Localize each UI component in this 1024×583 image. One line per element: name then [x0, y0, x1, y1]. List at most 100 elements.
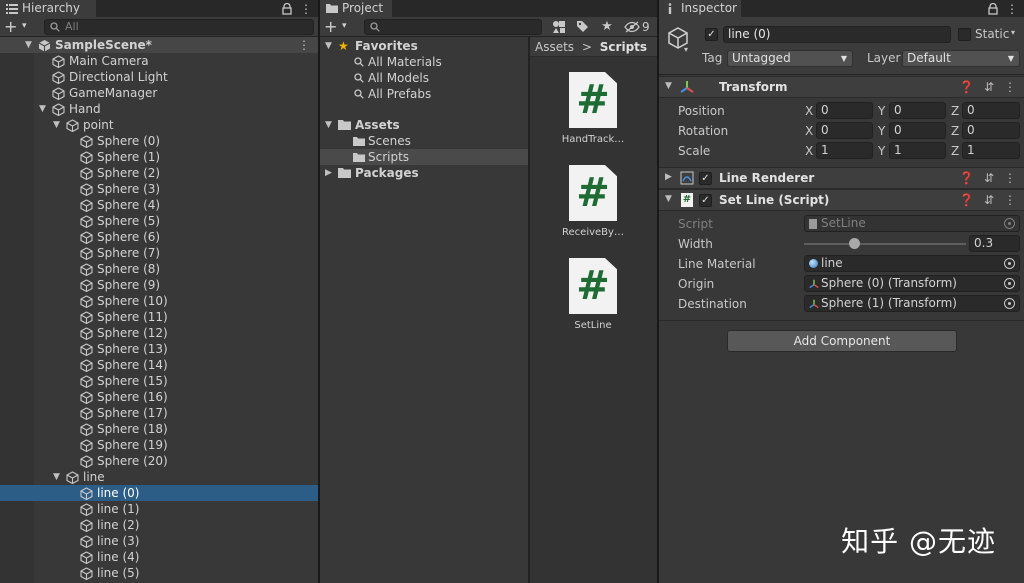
panel-menu-icon[interactable]: ⋮ [300, 2, 312, 16]
favorite-item[interactable]: All Models [320, 70, 528, 86]
presets-icon[interactable]: ⇵ [984, 193, 994, 207]
hierarchy-item[interactable]: Sphere (6) [0, 229, 318, 245]
hierarchy-tab[interactable]: Hierarchy [0, 0, 96, 17]
expand-arrow-icon[interactable]: ▼ [325, 38, 332, 54]
search-by-type-button[interactable] [548, 18, 570, 36]
axis-z-label[interactable]: Z [951, 144, 959, 158]
transform-z-input[interactable]: 1 [962, 142, 1020, 159]
hierarchy-item[interactable]: Sphere (8) [0, 261, 318, 277]
favorites-toggle-button[interactable]: ★ [596, 18, 618, 36]
presets-icon[interactable]: ⇵ [984, 80, 994, 94]
line-material-field[interactable]: line [804, 255, 1020, 272]
hierarchy-item[interactable]: Sphere (20) [0, 453, 318, 469]
scene-menu-icon[interactable]: ⋮ [298, 37, 310, 53]
expand-arrow-icon[interactable]: ▼ [53, 117, 60, 133]
expand-arrow-icon[interactable]: ▼ [39, 101, 46, 117]
hierarchy-item[interactable]: Sphere (5) [0, 213, 318, 229]
project-search-input[interactable] [364, 19, 542, 35]
object-picker-icon[interactable] [1004, 298, 1015, 309]
width-slider-thumb[interactable] [849, 238, 860, 249]
object-picker-icon[interactable] [1004, 258, 1015, 269]
axis-y-label[interactable]: Y [878, 144, 885, 158]
transform-y-input[interactable]: 0 [889, 102, 946, 119]
origin-field[interactable]: Sphere (0) (Transform) [804, 275, 1020, 292]
hierarchy-item[interactable]: line (5) [0, 565, 318, 581]
hidden-packages-button[interactable]: 9 [622, 18, 656, 36]
transform-y-input[interactable]: 1 [889, 142, 946, 159]
hierarchy-item[interactable]: GameManager [0, 85, 318, 101]
chevron-down-icon[interactable]: ▾ [1011, 28, 1015, 37]
hierarchy-item[interactable]: Sphere (14) [0, 357, 318, 373]
help-icon[interactable]: ❓ [959, 171, 974, 185]
transform-x-input[interactable]: 0 [816, 102, 873, 119]
hierarchy-item[interactable]: Sphere (10) [0, 293, 318, 309]
lock-icon[interactable] [282, 2, 292, 15]
axis-y-label[interactable]: Y [878, 104, 885, 118]
script-asset[interactable]: # ReceiveBy… [553, 165, 633, 238]
breadcrumb-root[interactable]: Assets [535, 40, 574, 54]
help-icon[interactable]: ❓ [959, 193, 974, 207]
transform-x-input[interactable]: 0 [816, 122, 873, 139]
hierarchy-item[interactable]: Sphere (4) [0, 197, 318, 213]
scene-row[interactable]: ▼ SampleScene* ⋮ [0, 37, 318, 53]
project-create-button[interactable]: + ▾ [324, 18, 356, 36]
hierarchy-item[interactable]: Sphere (11) [0, 309, 318, 325]
assets-row[interactable]: ▼ Assets [320, 117, 528, 133]
transform-header[interactable]: ▼ Transform ❓ ⇵ ⋮ [659, 76, 1024, 98]
help-icon[interactable]: ❓ [959, 80, 974, 94]
hierarchy-item[interactable]: line (3) [0, 533, 318, 549]
hierarchy-item[interactable]: Sphere (16) [0, 389, 318, 405]
axis-x-label[interactable]: X [805, 144, 813, 158]
active-checkbox[interactable]: ✓ [705, 28, 718, 41]
inspector-tab[interactable]: Inspector [659, 0, 741, 17]
create-button[interactable]: + ▾ [4, 18, 36, 36]
asset-folder-item[interactable]: Scenes [320, 133, 528, 149]
hierarchy-item[interactable]: line (1) [0, 501, 318, 517]
expand-arrow-icon[interactable]: ▼ [665, 81, 672, 91]
script-asset[interactable]: # HandTrack… [553, 72, 633, 145]
transform-y-input[interactable]: 0 [889, 122, 946, 139]
hierarchy-item[interactable]: Sphere (17) [0, 405, 318, 421]
presets-icon[interactable]: ⇵ [984, 171, 994, 185]
hierarchy-item[interactable]: Sphere (1) [0, 149, 318, 165]
line-renderer-header[interactable]: ▶ ✓ Line Renderer ❓ ⇵ ⋮ [659, 167, 1024, 189]
axis-z-label[interactable]: Z [951, 104, 959, 118]
hierarchy-item[interactable]: Sphere (19) [0, 437, 318, 453]
hierarchy-item[interactable]: Sphere (9) [0, 277, 318, 293]
width-input[interactable]: 0.3 [969, 235, 1020, 252]
asset-folder-item[interactable]: Scripts [320, 149, 528, 165]
set-line-header[interactable]: ▼ # ✓ Set Line (Script) ❓ ⇵ ⋮ [659, 189, 1024, 211]
breadcrumb-current[interactable]: Scripts [600, 40, 647, 54]
axis-z-label[interactable]: Z [951, 124, 959, 138]
axis-x-label[interactable]: X [805, 124, 813, 138]
axis-y-label[interactable]: Y [878, 124, 885, 138]
expand-arrow-icon[interactable]: ▼ [25, 37, 32, 53]
script-asset[interactable]: # SetLine [553, 258, 633, 331]
destination-field[interactable]: Sphere (1) (Transform) [804, 295, 1020, 312]
axis-x-label[interactable]: X [805, 104, 813, 118]
line-renderer-enabled-checkbox[interactable]: ✓ [699, 172, 712, 185]
project-tab[interactable]: Project [320, 0, 392, 17]
hierarchy-item[interactable]: Sphere (3) [0, 181, 318, 197]
static-checkbox[interactable] [958, 28, 971, 41]
expand-arrow-icon[interactable]: ▼ [325, 117, 332, 133]
expand-arrow-icon[interactable]: ▼ [53, 469, 60, 485]
expand-arrow-icon[interactable]: ▶ [665, 172, 672, 182]
chevron-down-icon[interactable]: ▾ [684, 45, 688, 54]
component-menu-icon[interactable]: ⋮ [1004, 171, 1016, 185]
transform-z-input[interactable]: 0 [962, 102, 1020, 119]
transform-z-input[interactable]: 0 [962, 122, 1020, 139]
packages-row[interactable]: ▶ Packages [320, 165, 528, 181]
hierarchy-item[interactable]: Sphere (18) [0, 421, 318, 437]
hierarchy-item[interactable]: line (2) [0, 517, 318, 533]
component-menu-icon[interactable]: ⋮ [1004, 193, 1016, 207]
layer-dropdown[interactable]: Default ▼ [902, 50, 1020, 67]
hierarchy-search-input[interactable]: All [44, 19, 314, 35]
tag-dropdown[interactable]: Untagged ▼ [727, 50, 853, 67]
transform-x-input[interactable]: 1 [816, 142, 873, 159]
hierarchy-item[interactable]: Directional Light [0, 69, 318, 85]
hierarchy-item[interactable]: Sphere (15) [0, 373, 318, 389]
hierarchy-item[interactable]: line (4) [0, 549, 318, 565]
favorite-item[interactable]: All Materials [320, 54, 528, 70]
hierarchy-item[interactable]: Sphere (7) [0, 245, 318, 261]
